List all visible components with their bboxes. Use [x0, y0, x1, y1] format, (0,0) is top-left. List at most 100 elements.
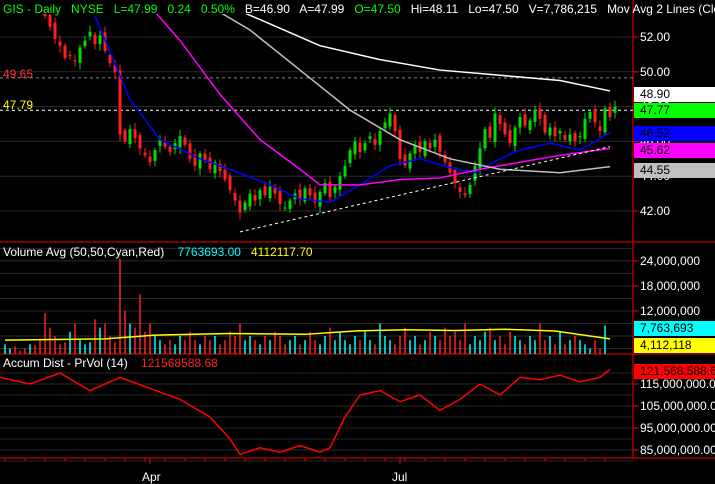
ask: A=47.99	[299, 2, 345, 16]
change: 0.24	[167, 2, 191, 16]
candle	[133, 129, 137, 138]
candle	[428, 142, 432, 149]
candle	[438, 135, 442, 152]
candle	[433, 139, 437, 147]
candle	[58, 41, 62, 46]
candle	[78, 47, 82, 63]
accum-title: Accum Dist - PrVol (14)	[3, 356, 128, 370]
candle	[373, 138, 377, 145]
candle	[538, 108, 542, 119]
candle	[263, 185, 267, 196]
moving-average-line	[221, 14, 611, 174]
candle	[188, 143, 192, 159]
last-value-label: 47.77	[634, 103, 715, 118]
candle	[278, 190, 282, 205]
candle	[178, 136, 182, 148]
candle	[268, 186, 272, 199]
candle	[93, 34, 97, 44]
volume-last-label: 7,763,693	[634, 321, 715, 336]
candle	[533, 110, 537, 122]
moving-average-line	[94, 15, 611, 204]
candle	[503, 122, 507, 135]
candle	[513, 127, 517, 146]
candle	[568, 134, 572, 142]
candle	[453, 169, 457, 184]
symbol: GIS - Daily	[3, 2, 62, 16]
hline-label-2: 47.79	[3, 98, 34, 112]
date-tick-label: Jul	[392, 470, 407, 484]
candle	[223, 169, 227, 180]
volume-avg-1: 7763693.00	[177, 245, 241, 259]
candle	[603, 108, 607, 133]
candle	[253, 194, 257, 201]
candle	[233, 192, 237, 201]
volume-avg-2: 4112117.70	[250, 245, 313, 259]
candles	[43, 14, 617, 220]
last-value-label: 45.62	[634, 143, 715, 158]
low: Lo=47.50	[468, 2, 519, 16]
candle	[498, 114, 502, 124]
candle	[83, 40, 87, 47]
candle	[258, 190, 262, 200]
candle	[553, 127, 557, 137]
candle	[73, 60, 77, 62]
candle	[583, 118, 587, 139]
price-tick-label: 52.00	[640, 30, 670, 44]
accum-tick-label: 95,000,000.00	[640, 421, 715, 435]
accum-tick-label: 115,000,000.00	[640, 377, 715, 391]
last-value-label: 44.55	[634, 163, 715, 178]
candle	[153, 150, 157, 161]
candle	[398, 129, 402, 159]
candle	[598, 126, 602, 131]
title-bar: GIS - Daily NYSE L=47.99 0.24 0.50% B=46…	[3, 2, 715, 16]
candle	[88, 31, 92, 37]
last-price: L=47.99	[113, 2, 158, 16]
candle	[388, 113, 392, 127]
high: Hi=48.11	[410, 2, 459, 16]
candle	[123, 130, 127, 142]
candle	[333, 186, 337, 193]
last-value-label: 48.90	[634, 87, 715, 102]
price-tick-label: 50.00	[640, 65, 670, 79]
stock-chart: 52.0050.0048.0046.0044.0042.0024,000,000…	[0, 0, 715, 484]
candle	[393, 114, 397, 131]
candle	[138, 135, 142, 149]
candle	[573, 133, 577, 142]
accum-tick-label: 105,000,000.00	[640, 399, 715, 413]
candle	[588, 111, 592, 119]
volume: V=7,786,215	[528, 2, 598, 16]
candle	[578, 136, 582, 138]
candle	[493, 113, 497, 143]
volume-title: Volume Avg (50,50,Cyan,Red)	[3, 245, 165, 259]
date-tick-label: Apr	[142, 470, 161, 484]
candle	[368, 136, 372, 139]
price-tick-label: 42.00	[640, 204, 670, 218]
candle	[328, 181, 332, 198]
volume-tick-label: 24,000,000	[640, 254, 700, 268]
candle	[548, 127, 552, 136]
candle	[298, 189, 302, 199]
candle	[53, 22, 57, 39]
candle	[508, 130, 512, 144]
bid: B=46.90	[244, 2, 290, 16]
candle	[183, 137, 187, 145]
moving-average-line	[155, 14, 611, 186]
candle	[283, 207, 287, 209]
candle	[518, 117, 522, 128]
study-name[interactable]: Mov Avg 2 Lines (Close ...	[607, 2, 715, 16]
candle	[468, 184, 472, 194]
candle	[483, 129, 487, 149]
candle	[608, 106, 612, 118]
candle	[613, 106, 617, 113]
change-pct: 0.50%	[200, 2, 235, 16]
accum-value: 121568588.68	[141, 356, 218, 370]
candle	[358, 142, 362, 152]
hline-label-1: 49.65	[3, 67, 34, 81]
candle	[48, 14, 52, 27]
candle	[143, 152, 147, 156]
chart-canvas[interactable]: 52.0050.0048.0046.0044.0042.0024,000,000…	[0, 0, 715, 484]
candle	[543, 114, 547, 133]
candle	[378, 130, 382, 145]
candle	[528, 120, 532, 130]
accum-tick-label: 85,000,000.00	[640, 443, 715, 457]
